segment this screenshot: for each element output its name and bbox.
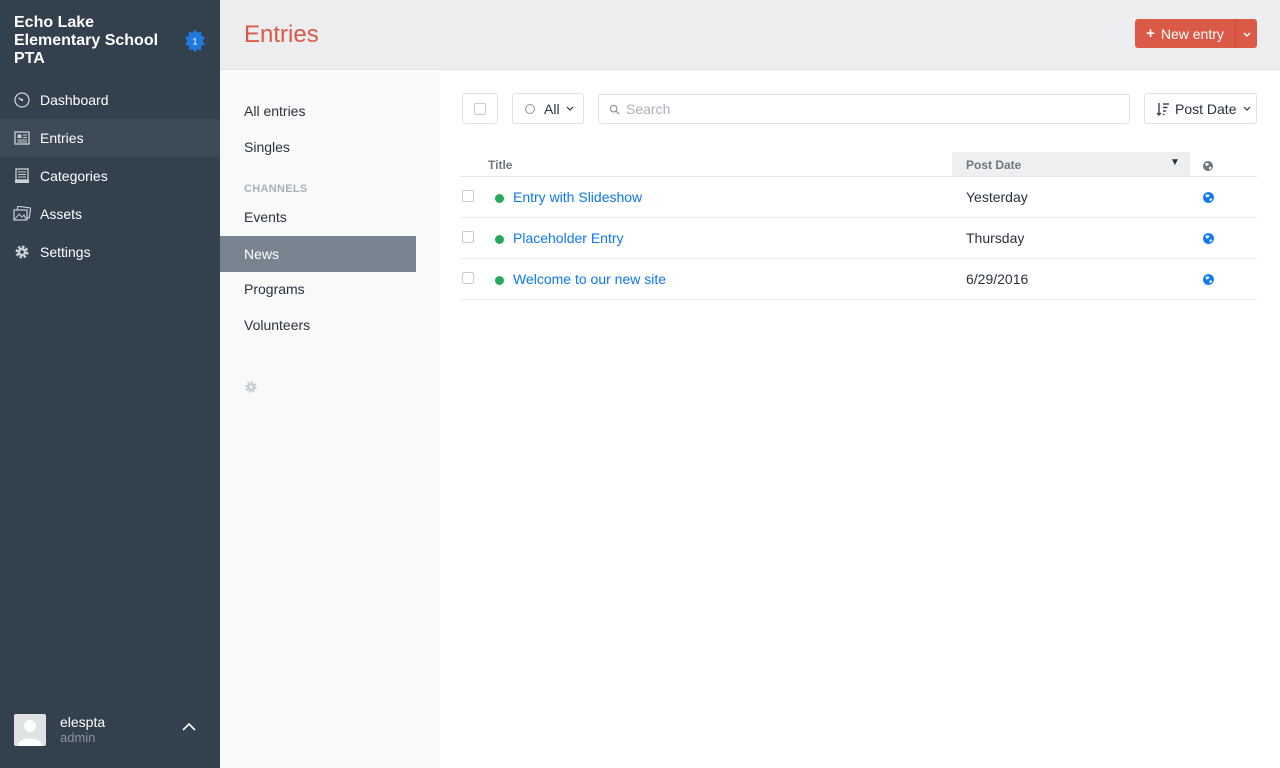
checkbox [474, 102, 486, 115]
sources-sidebar: All entries Singles CHANNELS Events News… [220, 71, 440, 768]
entries-table: Title Post Date ▼ Entry with Slideshow Y… [460, 152, 1257, 300]
user-name: elespta [60, 714, 106, 730]
search-box[interactable] [598, 94, 1130, 124]
avatar [14, 714, 46, 746]
chevron-down-icon [1242, 26, 1252, 42]
chevron-down-icon [1242, 105, 1252, 113]
new-entry-button[interactable]: + New entry [1135, 19, 1235, 48]
nav-label: Settings [40, 244, 91, 260]
row-checkbox[interactable] [462, 231, 474, 243]
sort-icon [1156, 102, 1170, 116]
search-input[interactable] [626, 101, 1106, 117]
user-menu[interactable]: elespta admin [0, 708, 220, 768]
status-live-icon [495, 194, 504, 203]
dashboard-icon [13, 91, 31, 109]
gear-icon[interactable] [244, 380, 258, 394]
update-count: 1 [192, 37, 197, 47]
search-icon [609, 104, 620, 115]
channels-heading: CHANNELS [244, 183, 308, 195]
page-header: Entries + New entry [220, 0, 1280, 70]
globe-icon[interactable] [1202, 232, 1215, 245]
new-entry-label: New entry [1160, 25, 1224, 42]
entry-title-link[interactable]: Welcome to our new site [513, 271, 666, 287]
column-header-title[interactable]: Title [488, 158, 512, 172]
sort-label: Post Date [1175, 100, 1237, 117]
nav-label: Dashboard [40, 92, 109, 108]
chevron-down-icon [565, 105, 575, 113]
table-row[interactable]: Entry with Slideshow Yesterday [460, 177, 1257, 218]
update-badge-icon[interactable]: 1 [184, 29, 206, 53]
nav-label: Entries [40, 130, 84, 146]
main-nav: Dashboard Entries Categories Assets Sett… [0, 81, 220, 271]
nav-label: Assets [40, 206, 83, 222]
row-checkbox[interactable] [462, 272, 474, 284]
entry-title-link[interactable]: Placeholder Entry [513, 230, 624, 246]
categories-icon [13, 167, 31, 185]
source-programs[interactable]: Programs [220, 271, 416, 307]
gear-icon [13, 243, 31, 261]
nav-item-entries[interactable]: Entries [0, 119, 220, 157]
column-header-post-date[interactable]: Post Date ▼ [952, 152, 1190, 176]
entry-post-date: Thursday [966, 230, 1025, 246]
row-checkbox[interactable] [462, 190, 474, 202]
select-all-checkbox[interactable] [462, 93, 498, 124]
status-live-icon [495, 276, 504, 285]
globe-icon[interactable] [1202, 191, 1215, 204]
nav-item-settings[interactable]: Settings [0, 233, 220, 271]
source-news[interactable]: News [220, 236, 416, 272]
page-title: Entries [244, 21, 319, 48]
table-header: Title Post Date ▼ [460, 152, 1257, 177]
nav-item-dashboard[interactable]: Dashboard [0, 81, 220, 119]
table-row[interactable]: Welcome to our new site 6/29/2016 [460, 259, 1257, 300]
plus-icon: + [1146, 25, 1155, 42]
nav-label: Categories [40, 168, 108, 184]
entry-title-link[interactable]: Entry with Slideshow [513, 189, 642, 205]
source-volunteers[interactable]: Volunteers [220, 307, 416, 343]
globe-icon [1202, 159, 1214, 171]
source-events[interactable]: Events [220, 199, 416, 235]
entry-post-date: 6/29/2016 [966, 271, 1029, 287]
site-name[interactable]: Echo Lake Elementary School PTA [14, 14, 174, 68]
status-ring-icon [525, 103, 535, 114]
source-singles[interactable]: Singles [220, 129, 416, 165]
entry-post-date: Yesterday [966, 189, 1028, 205]
nav-item-assets[interactable]: Assets [0, 195, 220, 233]
status-live-icon [495, 235, 504, 244]
chevron-up-icon[interactable] [180, 718, 198, 736]
status-filter-label: All [544, 100, 560, 117]
globe-icon[interactable] [1202, 273, 1215, 286]
sort-menu[interactable]: Post Date [1144, 93, 1257, 124]
table-row[interactable]: Placeholder Entry Thursday [460, 218, 1257, 259]
main-content: All Post Date Title Post Date ▼ [440, 71, 1280, 768]
user-role: admin [60, 730, 96, 745]
entries-icon [13, 129, 31, 147]
nav-item-categories[interactable]: Categories [0, 157, 220, 195]
assets-icon [13, 205, 31, 223]
status-filter-menu[interactable]: All [512, 93, 584, 124]
sort-desc-icon: ▼ [1170, 157, 1180, 168]
column-header-label: Post Date [966, 158, 1022, 172]
global-sidebar: Echo Lake Elementary School PTA 1 Dashbo… [0, 0, 220, 768]
new-entry-menu-button[interactable] [1235, 19, 1257, 48]
source-all-entries[interactable]: All entries [220, 93, 416, 129]
